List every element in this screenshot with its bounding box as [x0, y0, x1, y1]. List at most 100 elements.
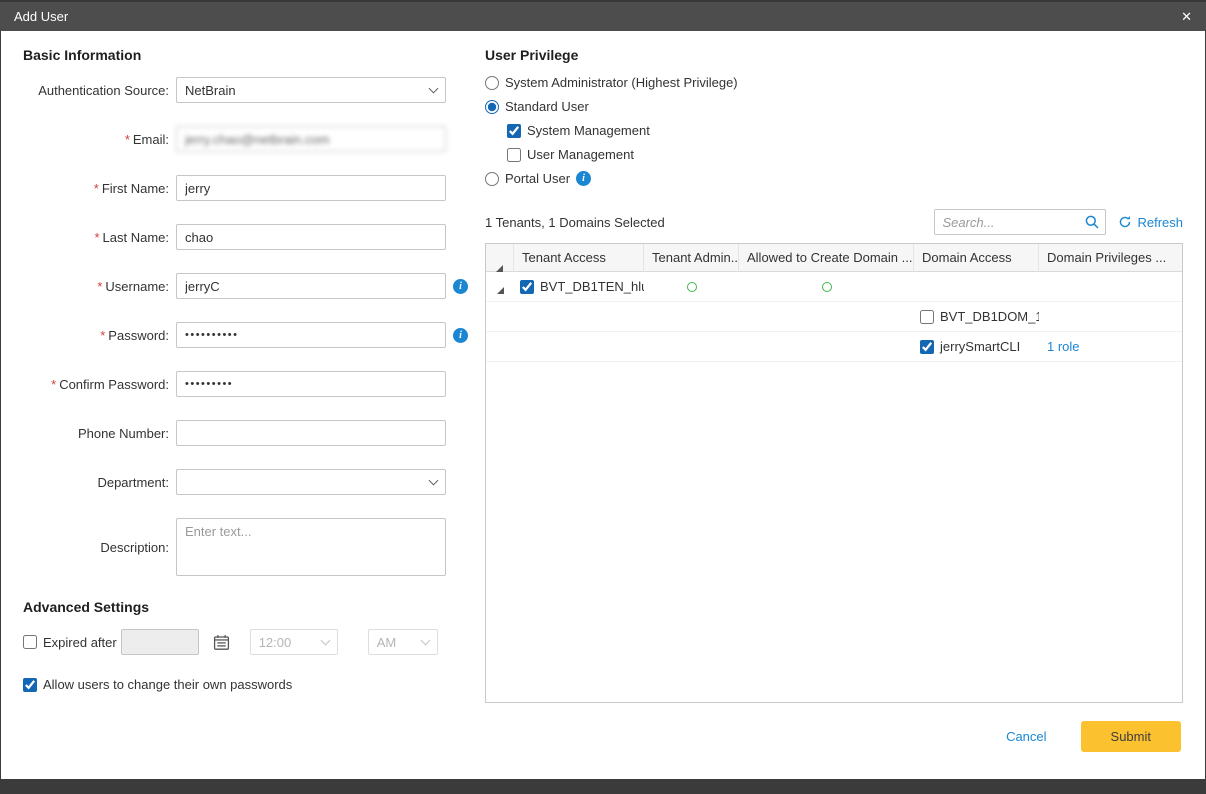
user-management-label: User Management	[527, 147, 634, 162]
col-domain-privileges[interactable]: Domain Privileges ...	[1039, 244, 1182, 272]
tenant-access-cell: BVT_DB1TEN_hlu	[514, 279, 644, 294]
authentication-source-select[interactable]: NetBrain	[176, 77, 446, 103]
form-row-password: *Password: i	[23, 322, 469, 348]
standard-user-radio[interactable]	[485, 100, 499, 114]
meridiem-value: AM	[377, 635, 397, 650]
description-field[interactable]	[176, 518, 446, 576]
expired-after-checkbox[interactable]	[23, 635, 37, 649]
portal-user-label: Portal User	[505, 171, 570, 186]
add-user-dialog: Add User ✕ Basic Information Authenticat…	[0, 0, 1206, 794]
info-icon[interactable]: i	[453, 328, 468, 343]
tenant-checkbox[interactable]	[520, 280, 534, 294]
authentication-source-label: Authentication Source:	[23, 83, 169, 98]
info-icon[interactable]: i	[453, 279, 468, 294]
form-row-confirm-password: *Confirm Password:	[23, 371, 469, 397]
system-management-label: System Management	[527, 123, 650, 138]
close-icon[interactable]: ✕	[1181, 10, 1192, 23]
allow-password-change-checkbox[interactable]	[23, 678, 37, 692]
form-row-description: Description:	[23, 518, 469, 576]
cancel-button[interactable]: Cancel	[1006, 729, 1046, 744]
authentication-source-value: NetBrain	[185, 83, 236, 98]
system-admin-radio[interactable]	[485, 76, 499, 90]
checkbox-row-system-management: System Management	[507, 123, 1183, 138]
radio-row-standard-user: Standard User	[485, 99, 1183, 114]
required-asterisk: *	[94, 230, 99, 245]
tenant-admin-indicator[interactable]	[687, 282, 697, 292]
role-link[interactable]	[1039, 309, 1047, 324]
form-row-email: *Email:	[23, 126, 469, 152]
allow-password-change-label: Allow users to change their own password…	[43, 677, 292, 692]
allowed-create-cell	[739, 282, 914, 292]
calendar-icon[interactable]	[213, 634, 230, 651]
confirm-password-field[interactable]	[176, 371, 446, 397]
username-field[interactable]	[176, 273, 446, 299]
time-value: 12:00	[259, 635, 292, 650]
toolbar-right: Refresh	[934, 209, 1183, 235]
basic-information-heading: Basic Information	[23, 47, 469, 63]
phone-number-field[interactable]	[176, 420, 446, 446]
allowed-create-indicator[interactable]	[822, 282, 832, 292]
col-domain-access[interactable]: Domain Access	[914, 244, 1039, 272]
dialog-footer: Cancel Submit	[485, 721, 1183, 752]
refresh-button[interactable]: Refresh	[1118, 215, 1183, 230]
phone-number-label: Phone Number:	[23, 426, 169, 441]
tenant-table: Tenant Access Tenant Admin... Allowed to…	[485, 243, 1183, 703]
domain-checkbox[interactable]	[920, 310, 934, 324]
collapse-row-icon[interactable]	[497, 287, 504, 294]
dialog-titlebar: Add User ✕	[0, 0, 1206, 31]
info-icon[interactable]: i	[576, 171, 591, 186]
domain-checkbox[interactable]	[920, 340, 934, 354]
domain-access-cell: BVT_DB1DOM_1m	[914, 309, 1039, 324]
meridiem-select[interactable]: AM	[368, 629, 438, 655]
row-expander-cell[interactable]	[486, 272, 514, 301]
basic-information-section: Basic Information Authentication Source:…	[23, 47, 469, 779]
standard-user-label: Standard User	[505, 99, 589, 114]
search-icon[interactable]	[1079, 210, 1105, 234]
required-asterisk: *	[100, 328, 105, 343]
col-tenant-admin[interactable]: Tenant Admin...	[644, 244, 739, 272]
checkbox-row-user-management: User Management	[507, 147, 1183, 162]
password-field[interactable]	[176, 322, 446, 348]
chevron-down-icon	[420, 635, 430, 645]
form-row-department: Department:	[23, 469, 469, 495]
last-name-field[interactable]	[176, 224, 446, 250]
department-select[interactable]	[176, 469, 446, 495]
refresh-icon	[1118, 215, 1132, 229]
form-row-username: *Username: i	[23, 273, 469, 299]
domain-name: jerrySmartCLI	[940, 339, 1020, 354]
required-asterisk: *	[51, 377, 56, 392]
department-label: Department:	[23, 475, 169, 490]
domain-access-cell: jerrySmartCLI	[914, 339, 1039, 354]
password-label: *Password:	[23, 328, 169, 343]
username-label: *Username:	[23, 279, 169, 294]
first-name-field[interactable]	[176, 175, 446, 201]
domain-privileges-cell	[1039, 308, 1182, 326]
form-row-first-name: *First Name:	[23, 175, 469, 201]
email-field[interactable]	[176, 126, 446, 152]
col-tenant-access[interactable]: Tenant Access	[514, 244, 644, 272]
dialog-body: Basic Information Authentication Source:…	[1, 31, 1205, 779]
form-row-last-name: *Last Name:	[23, 224, 469, 250]
role-link[interactable]: 1 role	[1039, 339, 1080, 354]
expired-after-row: Expired after 12:00	[23, 629, 469, 655]
domain-row: BVT_DB1DOM_1m	[486, 302, 1182, 332]
collapse-all-cell[interactable]	[486, 244, 514, 272]
required-asterisk: *	[94, 181, 99, 196]
tenant-admin-cell	[644, 282, 739, 292]
expire-date-input[interactable]	[121, 629, 199, 655]
form-row-authentication-source: Authentication Source: NetBrain	[23, 77, 469, 103]
chevron-down-icon	[320, 635, 330, 645]
form-row-phone: Phone Number:	[23, 420, 469, 446]
last-name-label: *Last Name:	[23, 230, 169, 245]
portal-user-radio[interactable]	[485, 172, 499, 186]
time-select[interactable]: 12:00	[250, 629, 338, 655]
description-label: Description:	[23, 540, 169, 555]
search-input[interactable]	[935, 210, 1079, 234]
submit-button[interactable]: Submit	[1081, 721, 1181, 752]
tenant-row: BVT_DB1TEN_hlu	[486, 272, 1182, 302]
system-management-checkbox[interactable]	[507, 124, 521, 138]
allow-password-change-row: Allow users to change their own password…	[23, 677, 469, 692]
col-allowed-create-domain[interactable]: Allowed to Create Domain ...	[739, 244, 914, 272]
collapse-all-icon[interactable]	[496, 265, 503, 272]
user-management-checkbox[interactable]	[507, 148, 521, 162]
